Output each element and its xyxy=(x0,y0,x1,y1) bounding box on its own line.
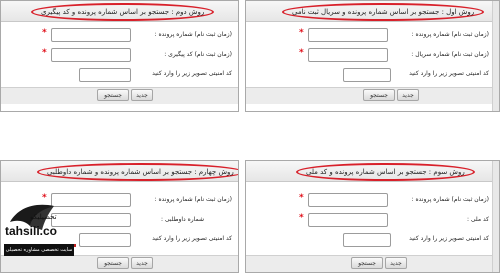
logo-name: tahsili.co xyxy=(5,224,58,238)
required-marker: * xyxy=(42,28,47,38)
captcha-input[interactable] xyxy=(343,68,391,82)
search-button[interactable]: جستجو xyxy=(351,257,383,269)
tracking-code-input[interactable] xyxy=(51,48,131,62)
serial-number-label: (زمان ثبت نام) شماره سریال : xyxy=(411,51,489,58)
search-panel-method-2: روش دوم : جستجو بر اساس شماره پرونده و ک… xyxy=(0,0,239,112)
tracking-code-label: (زمان ثبت نام) کد پیگیری : xyxy=(164,51,232,58)
file-number-input[interactable] xyxy=(308,28,388,42)
captcha-label: کد امنیتی تصویر زیر را وارد کنید xyxy=(409,70,489,77)
captcha-label: کد امنیتی تصویر زیر را وارد کنید xyxy=(152,70,232,77)
required-marker: * xyxy=(299,213,304,223)
required-marker: * xyxy=(299,48,304,58)
captcha-input[interactable] xyxy=(343,233,391,247)
panel-title: روش دوم : جستجو بر اساس شماره پرونده و ک… xyxy=(31,3,215,21)
new-button[interactable]: جدید xyxy=(131,89,153,101)
required-marker: * xyxy=(42,48,47,58)
panel-title: روش اول : جستجو بر اساس شماره پرونده و س… xyxy=(282,3,485,21)
search-panel-method-3: روش سوم : جستجو بر اساس شماره پرونده و ک… xyxy=(245,160,500,273)
panel-header: روش چهارم : جستجو بر اساس شماره پرونده و… xyxy=(1,161,238,182)
national-code-label: کد ملی : xyxy=(466,216,489,223)
logo-tagline: سایت تخصصی مشاوره تحصیلی xyxy=(4,244,74,256)
captcha-label: کد امنیتی تصویر زیر را وارد کنید xyxy=(409,235,489,242)
logo-persian-name: تحصیلیکو xyxy=(30,213,57,221)
captcha-input[interactable] xyxy=(79,68,131,82)
required-marker: * xyxy=(299,193,304,203)
new-button[interactable]: جدید xyxy=(385,257,407,269)
file-number-input[interactable] xyxy=(308,193,388,207)
search-panel-method-1: روش اول : جستجو بر اساس شماره پرونده و س… xyxy=(245,0,500,112)
serial-number-input[interactable] xyxy=(308,48,388,62)
panel-header: روش اول : جستجو بر اساس شماره پرونده و س… xyxy=(246,1,499,22)
file-number-label: (زمان ثبت نام) شماره پرونده : xyxy=(154,196,232,203)
file-number-label: (زمان ثبت نام) شماره پرونده : xyxy=(411,31,489,38)
captcha-input[interactable] xyxy=(79,233,131,247)
panel-header: روش سوم : جستجو بر اساس شماره پرونده و ک… xyxy=(246,161,499,182)
panel-title: روش سوم : جستجو بر اساس شماره پرونده و ک… xyxy=(296,163,475,181)
new-button[interactable]: جدید xyxy=(397,89,419,101)
file-number-input[interactable] xyxy=(51,28,131,42)
captcha-label: کد امنیتی تصویر زیر را وارد کنید xyxy=(152,235,232,242)
candidate-number-label: شماره داوطلبی : xyxy=(160,216,204,223)
file-number-label: (زمان ثبت نام) شماره پرونده : xyxy=(154,31,232,38)
panel-title: روش چهارم : جستجو بر اساس شماره پرونده و… xyxy=(37,163,238,181)
search-button[interactable]: جستجو xyxy=(97,257,129,269)
search-button[interactable]: جستجو xyxy=(97,89,129,101)
search-button[interactable]: جستجو xyxy=(363,89,395,101)
new-button[interactable]: جدید xyxy=(131,257,153,269)
national-code-input[interactable] xyxy=(308,213,388,227)
file-number-label: (زمان ثبت نام) شماره پرونده : xyxy=(411,196,489,203)
scrollbar[interactable] xyxy=(492,1,499,111)
required-marker: * xyxy=(299,28,304,38)
scrollbar[interactable] xyxy=(492,161,499,272)
panel-header: روش دوم : جستجو بر اساس شماره پرونده و ک… xyxy=(1,1,238,22)
